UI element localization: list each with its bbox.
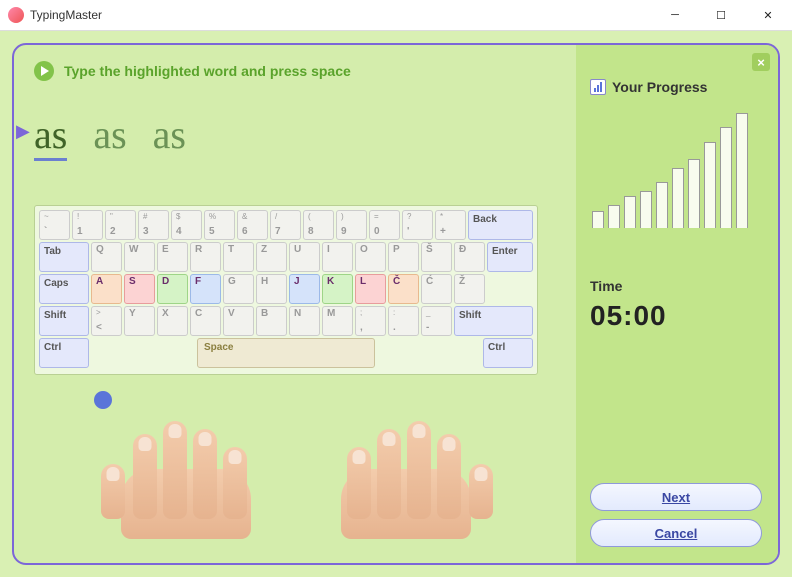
sidebar: × Your Progress Time 05:00 Next Cancel — [576, 45, 778, 563]
key-V[interactable]: V — [223, 306, 254, 336]
main-area: Type the highlighted word and press spac… — [14, 45, 574, 563]
key-I[interactable]: I — [322, 242, 353, 272]
key-O[interactable]: O — [355, 242, 386, 272]
key-8[interactable]: (8 — [303, 210, 334, 240]
key-4[interactable]: $4 — [171, 210, 202, 240]
key-0[interactable]: =0 — [369, 210, 400, 240]
word-current: as — [34, 111, 67, 161]
word-upcoming: as — [153, 111, 186, 161]
key-'[interactable]: ?' — [402, 210, 433, 240]
key-Đ[interactable]: Đ — [454, 242, 485, 272]
window-close-button[interactable]: ✕ — [744, 0, 792, 30]
key-+[interactable]: *+ — [435, 210, 466, 240]
key-R[interactable]: R — [190, 242, 221, 272]
key-Y[interactable]: Y — [124, 306, 155, 336]
cancel-button[interactable]: Cancel — [590, 519, 762, 547]
maximize-button[interactable]: ☐ — [698, 0, 744, 30]
minimize-button[interactable]: ─ — [652, 0, 698, 30]
main-panel: Type the highlighted word and press spac… — [12, 43, 780, 565]
key-5[interactable]: %5 — [204, 210, 235, 240]
progress-label: Your Progress — [612, 79, 707, 95]
app-icon — [8, 7, 24, 23]
enter-key[interactable]: Enter — [487, 242, 533, 272]
key-E[interactable]: E — [157, 242, 188, 272]
instruction-text: Type the highlighted word and press spac… — [64, 63, 351, 79]
key-A[interactable]: A — [91, 274, 122, 304]
progress-title: Your Progress — [590, 79, 764, 95]
key-<[interactable]: >< — [91, 306, 122, 336]
key-C[interactable]: C — [190, 306, 221, 336]
key-Š[interactable]: Š — [421, 242, 452, 272]
key-T[interactable]: T — [223, 242, 254, 272]
progress-bar — [608, 205, 620, 228]
key-X[interactable]: X — [157, 306, 188, 336]
app-background: Type the highlighted word and press spac… — [0, 31, 792, 577]
key-3[interactable]: #3 — [138, 210, 169, 240]
word-upcoming: as — [93, 111, 126, 161]
key-K[interactable]: K — [322, 274, 353, 304]
key-P[interactable]: P — [388, 242, 419, 272]
caps-key[interactable]: Caps — [39, 274, 89, 304]
key-Q[interactable]: Q — [91, 242, 122, 272]
keyboard: ~`!1"2#3$4%5&6/7(8)9=0?'*+Back TabQWERTZ… — [34, 205, 538, 375]
titlebar: TypingMaster ─ ☐ ✕ — [0, 0, 792, 31]
key-U[interactable]: U — [289, 242, 320, 272]
time-value: 05:00 — [590, 300, 764, 332]
key-Z[interactable]: Z — [256, 242, 287, 272]
key-J[interactable]: J — [289, 274, 320, 304]
play-icon — [34, 61, 54, 81]
key-H[interactable]: H — [256, 274, 287, 304]
instruction-row: Type the highlighted word and press spac… — [34, 61, 558, 81]
shift-left-key[interactable]: Shift — [39, 306, 89, 336]
key-N[interactable]: N — [289, 306, 320, 336]
key-B[interactable]: B — [256, 306, 287, 336]
key-`[interactable]: ~` — [39, 210, 70, 240]
key-W[interactable]: W — [124, 242, 155, 272]
key-2[interactable]: "2 — [105, 210, 136, 240]
key-D[interactable]: D — [157, 274, 188, 304]
progress-bar — [704, 142, 716, 228]
shift-right-key[interactable]: Shift — [454, 306, 533, 336]
progress-bar — [640, 191, 652, 228]
chart-icon — [590, 79, 606, 95]
key-M[interactable]: M — [322, 306, 353, 336]
progress-bar — [688, 159, 700, 228]
right-hand — [321, 389, 501, 519]
word-list: as as as — [34, 111, 558, 161]
key-F[interactable]: F — [190, 274, 221, 304]
progress-bar — [736, 113, 748, 228]
key-S[interactable]: S — [124, 274, 155, 304]
key-1[interactable]: !1 — [72, 210, 103, 240]
key--[interactable]: _- — [421, 306, 452, 336]
key-7[interactable]: /7 — [270, 210, 301, 240]
progress-bar — [624, 196, 636, 228]
left-hand — [91, 389, 271, 519]
progress-bar — [720, 127, 732, 228]
tab-key[interactable]: Tab — [39, 242, 89, 272]
key-Ž[interactable]: Ž — [454, 274, 485, 304]
key-Č[interactable]: Č — [388, 274, 419, 304]
progress-chart — [590, 113, 764, 228]
progress-bar — [656, 182, 668, 228]
space-key[interactable]: Space — [197, 338, 375, 368]
back-key[interactable]: Back — [468, 210, 533, 240]
ctrl-right-key[interactable]: Ctrl — [483, 338, 533, 368]
key-,[interactable]: ;, — [355, 306, 386, 336]
time-label: Time — [590, 278, 764, 294]
progress-bar — [592, 211, 604, 228]
key-9[interactable]: )9 — [336, 210, 367, 240]
next-button[interactable]: Next — [590, 483, 762, 511]
ctrl-left-key[interactable]: Ctrl — [39, 338, 89, 368]
window-title: TypingMaster — [30, 8, 652, 22]
close-icon[interactable]: × — [752, 53, 770, 71]
key-.[interactable]: :. — [388, 306, 419, 336]
hands-illustration — [34, 389, 558, 509]
key-G[interactable]: G — [223, 274, 254, 304]
progress-bar — [672, 168, 684, 228]
key-L[interactable]: L — [355, 274, 386, 304]
key-6[interactable]: &6 — [237, 210, 268, 240]
key-Ć[interactable]: Ć — [421, 274, 452, 304]
